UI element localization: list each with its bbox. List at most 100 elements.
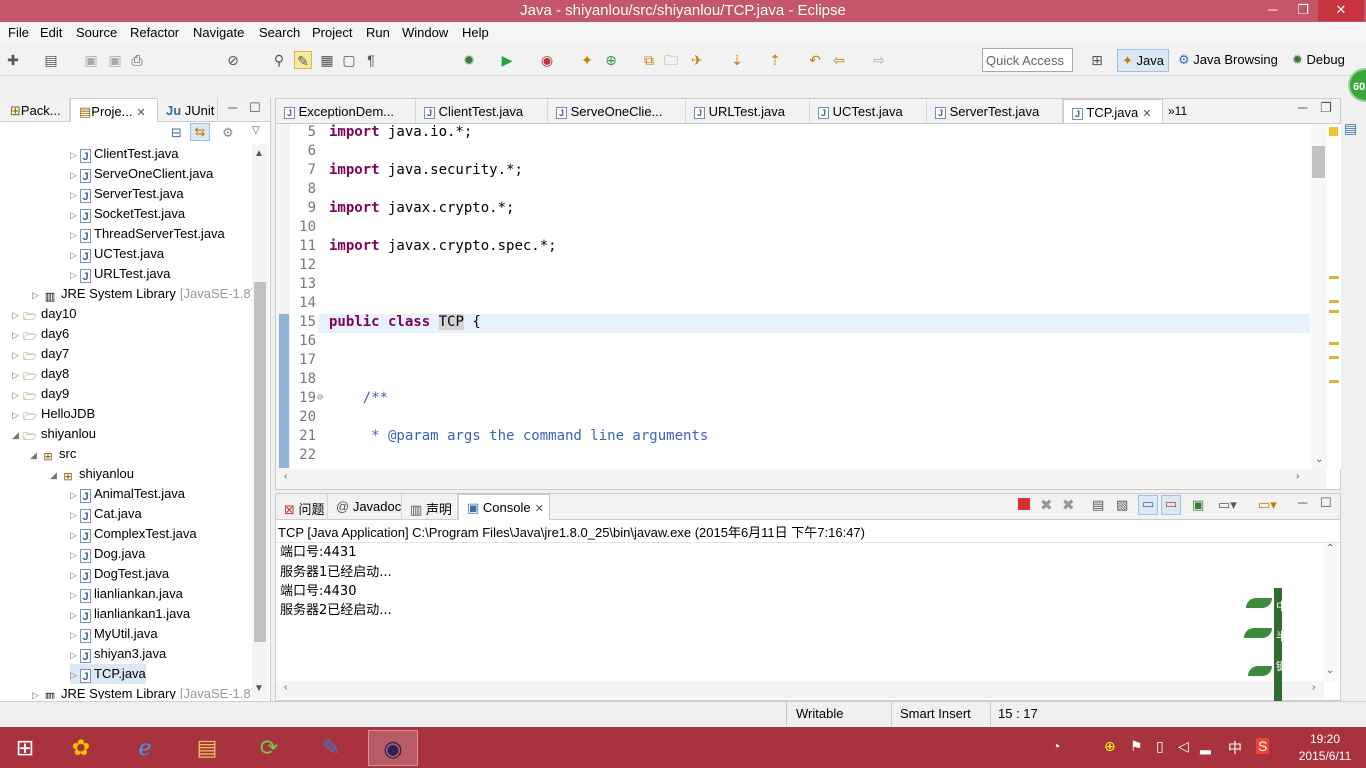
tree-item[interactable]: ◢ ⊞ shiyanlou	[50, 464, 134, 484]
console-scrollbar[interactable]: ⌃ ⌄	[1324, 543, 1338, 681]
code-line[interactable]: import javax.crypto.spec.*;	[329, 238, 557, 254]
open-type-icon[interactable]: ⧉	[640, 51, 658, 69]
tree-item[interactable]: ▷ J SocketTest.java	[70, 204, 185, 224]
maximize-view-icon[interactable]: ☐	[249, 100, 261, 116]
tree-item[interactable]: ▷ J DogTest.java	[70, 564, 169, 584]
minimize-button[interactable]: ─	[1258, 0, 1288, 21]
expand-toggle-icon[interactable]: ◢	[50, 465, 60, 485]
console-scroll-right-icon[interactable]: ›	[1312, 682, 1315, 693]
expand-toggle-icon[interactable]: ◢	[30, 445, 40, 465]
tab-exception-demo[interactable]: J ExceptionDem...	[276, 99, 416, 123]
outline-icon[interactable]: ▤	[1344, 120, 1364, 140]
taskbar-app-note[interactable]: ✎	[306, 730, 356, 766]
new-java-project-icon[interactable]: ✦	[578, 51, 596, 69]
menu-window[interactable]: Window	[402, 25, 448, 40]
code-line[interactable]: public class TCP {	[329, 314, 481, 330]
tree-item[interactable]: ▷ 🗁 day10	[12, 304, 76, 324]
editor-scroll-down-icon[interactable]: ⌄	[1315, 454, 1323, 465]
close-icon[interactable]: ✕	[535, 503, 544, 515]
open-perspective-icon[interactable]: ⊞	[1088, 51, 1106, 69]
tab-junit[interactable]: Ju JUnit	[158, 98, 218, 122]
expand-toggle-icon[interactable]: ▷	[70, 565, 80, 585]
tree-item[interactable]: ▷ 🗁 day6	[12, 324, 69, 344]
expand-toggle-icon[interactable]: ▷	[12, 385, 22, 405]
expand-toggle-icon[interactable]: ▷	[70, 145, 80, 165]
console-scroll-up-icon[interactable]: ⌃	[1326, 543, 1334, 554]
scroll-down-icon[interactable]: ▼	[254, 683, 264, 694]
expand-toggle-icon[interactable]: ▷	[32, 685, 42, 699]
signal-icon[interactable]: ▂	[1200, 738, 1211, 755]
close-button[interactable]: ✕	[1318, 0, 1364, 21]
tree-item[interactable]: ▷ J ServeOneClient.java	[70, 164, 213, 184]
tab-project-explorer[interactable]: ▤Proje... ✕	[70, 98, 158, 122]
taskbar-app-green[interactable]: ⟳	[244, 730, 294, 766]
debug-icon[interactable]: ✹	[460, 51, 478, 69]
battery-icon[interactable]: ▯	[1156, 738, 1164, 755]
expand-toggle-icon[interactable]: ▷	[70, 245, 80, 265]
collapse-all-icon[interactable]: ⊟	[171, 125, 182, 141]
occurrence-marker[interactable]	[1329, 380, 1339, 383]
occurrence-marker[interactable]	[1329, 276, 1339, 279]
expand-toggle-icon[interactable]: ▷	[70, 225, 80, 245]
expand-toggle-icon[interactable]: ▷	[12, 365, 22, 385]
expand-toggle-icon[interactable]: ▷	[70, 665, 80, 685]
show-stdout-icon[interactable]: ▭	[1138, 495, 1158, 515]
show-stderr-icon[interactable]: ▭	[1161, 495, 1181, 515]
tab-servertest[interactable]: J ServerTest.java	[927, 99, 1063, 123]
run-icon[interactable]: ▶	[498, 51, 516, 69]
quick-access-input[interactable]: Quick Access	[982, 48, 1073, 72]
code-line[interactable]: /**	[329, 390, 388, 406]
expand-toggle-icon[interactable]: ▷	[70, 645, 80, 665]
menu-run[interactable]: Run	[366, 25, 390, 40]
expand-toggle-icon[interactable]: ▷	[70, 205, 80, 225]
open-console-icon[interactable]: ▭▾	[1258, 497, 1277, 513]
taskbar-app-360[interactable]: ✿	[56, 730, 106, 766]
code-line[interactable]: import javax.crypto.*;	[329, 200, 514, 216]
tree-item[interactable]: ◢ 🗁 shiyanlou	[12, 424, 96, 444]
start-button[interactable]: ⊞	[0, 730, 50, 766]
editor-scroll-thumb[interactable]	[1312, 146, 1325, 178]
expand-toggle-icon[interactable]: ▷	[70, 505, 80, 525]
menu-help[interactable]: Help	[462, 25, 489, 40]
expand-toggle-icon[interactable]: ▷	[70, 485, 80, 505]
paragraph-icon[interactable]: ¶	[362, 51, 380, 69]
console-scroll-down-icon[interactable]: ⌄	[1326, 665, 1334, 676]
clock-time[interactable]: 19:20	[1290, 732, 1360, 746]
tree-item[interactable]: ▷ 🗁 day8	[12, 364, 69, 384]
open-folder-icon[interactable]: 🗀	[662, 51, 680, 69]
new-icon[interactable]: ✚	[4, 51, 22, 69]
tree-item[interactable]: ▷ ▥ JRE System Library [JavaSE-1.8]	[32, 684, 252, 699]
tree-item[interactable]: ▷ J ThreadServerTest.java	[70, 224, 225, 244]
occurrence-marker[interactable]	[1329, 310, 1339, 313]
tab-clienttest[interactable]: J ClientTest.java	[416, 99, 548, 123]
tree-item[interactable]: ▷ Jshiyan3.java	[70, 644, 166, 664]
flag-icon[interactable]: ⚑	[1130, 738, 1143, 755]
menu-edit[interactable]: Edit	[40, 25, 62, 40]
minimize-console-icon[interactable]: ─	[1298, 495, 1307, 510]
filter-icon[interactable]: ⚙	[222, 125, 234, 141]
terminate-icon[interactable]	[1018, 498, 1030, 510]
code-line[interactable]: import java.security.*;	[329, 162, 523, 178]
maximize-editor-icon[interactable]: ❐	[1320, 100, 1332, 116]
taskbar-eclipse[interactable]: ◉	[368, 730, 418, 766]
tree-item[interactable]: ▷ 🗁 HelloJDB	[12, 404, 95, 424]
expand-toggle-icon[interactable]: ▷	[12, 305, 22, 325]
tab-urltest[interactable]: J URLTest.java	[686, 99, 810, 123]
expand-toggle-icon[interactable]: ▷	[70, 605, 80, 625]
expand-toggle-icon[interactable]: ▷	[70, 165, 80, 185]
expand-toggle-icon[interactable]: ▷	[32, 285, 42, 305]
tree-item[interactable]: ▷ J ComplexTest.java	[70, 524, 197, 544]
tab-uctest[interactable]: J UCTest.java	[810, 99, 927, 123]
expand-toggle-icon[interactable]: ▷	[12, 325, 22, 345]
taskbar-ie[interactable]: ℯ	[120, 730, 170, 766]
expand-toggle-icon[interactable]: ▷	[70, 625, 80, 645]
highlight-icon[interactable]: ✎	[294, 51, 312, 69]
tree-item[interactable]: ▷ 🗁 day9	[12, 384, 69, 404]
plus-icon[interactable]: ⊕	[1104, 738, 1116, 755]
perspective-java-browsing[interactable]: ⚙ Java Browsing	[1174, 49, 1282, 72]
ime-indicator[interactable]: 中	[1228, 738, 1242, 758]
editor-hscrollbar[interactable]: ‹ ›	[276, 469, 1326, 489]
menu-navigate[interactable]: Navigate	[193, 25, 244, 40]
code-line[interactable]: * @param args the command line arguments	[329, 428, 708, 444]
link-editor-icon[interactable]: ⇆	[190, 123, 210, 141]
